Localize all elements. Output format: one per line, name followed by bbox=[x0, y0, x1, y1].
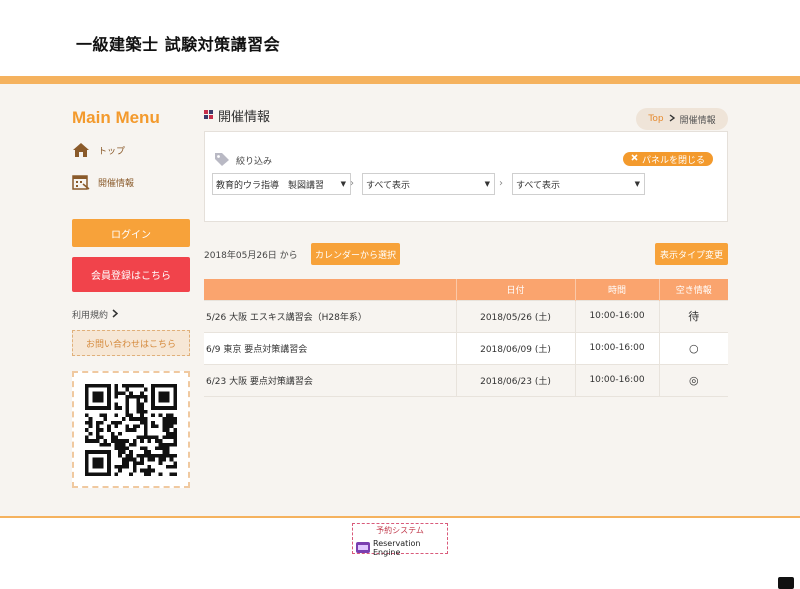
breadcrumb-top-link[interactable]: Top bbox=[648, 114, 663, 124]
chevron-right-icon bbox=[112, 308, 119, 321]
table-header-row: 日付 時間 空き情報 bbox=[204, 279, 728, 300]
course-select-value: 教育的ウラ指導 製図講習 bbox=[216, 180, 325, 191]
header-name bbox=[204, 279, 456, 300]
event-time: 10:00-16:00 bbox=[574, 331, 659, 364]
event-date: 2018/05/26 (土) bbox=[455, 299, 575, 332]
reservation-engine-logo[interactable]: 予約システム Reservation Engine bbox=[352, 523, 448, 557]
footer-brand-text: Reservation Engine bbox=[373, 539, 421, 557]
breadcrumb-current: 開催情報 bbox=[679, 115, 716, 126]
close-panel-label: パネルを閉じる bbox=[641, 155, 705, 166]
register-button[interactable]: 会員登録はこちら bbox=[72, 257, 190, 292]
section-title: 開催情報 bbox=[204, 106, 270, 125]
calendar-icon bbox=[72, 174, 90, 190]
sidebar-item-label: トップ bbox=[98, 146, 126, 157]
tag-icon bbox=[213, 151, 231, 170]
availability-status[interactable]: 待 bbox=[658, 299, 728, 332]
sidebar-item-label: 開催情報 bbox=[98, 178, 135, 189]
chevron-right-icon bbox=[669, 113, 675, 125]
footer-brand: Reservation Engine bbox=[356, 539, 447, 557]
header-time: 時間 bbox=[574, 279, 659, 300]
dropdown-caret-icon: ▼ bbox=[634, 180, 640, 188]
breadcrumb: Top 開催情報 bbox=[636, 108, 728, 130]
dropdown-caret-icon: ▼ bbox=[340, 180, 346, 188]
grid-icon bbox=[204, 108, 213, 123]
widget-icon[interactable] bbox=[778, 577, 794, 589]
close-panel-button[interactable]: パネルを閉じる bbox=[622, 152, 713, 166]
site-header: 一級建築士 試験対策講習会 bbox=[0, 0, 800, 76]
event-time: 10:00-16:00 bbox=[574, 299, 659, 332]
event-select-value: すべて表示 bbox=[516, 180, 561, 191]
chevron-right-icon: › bbox=[499, 178, 503, 189]
dropdown-caret-icon: ▼ bbox=[484, 180, 490, 188]
footer-caption: 予約システム bbox=[376, 526, 424, 535]
event-name: 5/26 大阪 エスキス講習会（H28年系） bbox=[204, 299, 456, 332]
start-date-text: 2018年05月26日 から bbox=[204, 251, 298, 261]
area-select-value: すべて表示 bbox=[366, 180, 411, 191]
table-row[interactable]: 5/26 大阪 エスキス講習会（H28年系） 2018/05/26 (土) 10… bbox=[204, 299, 728, 332]
reservation-engine-icon bbox=[356, 541, 370, 555]
availability-status[interactable]: ○ bbox=[658, 331, 728, 364]
chevron-right-icon: › bbox=[350, 178, 354, 189]
event-select[interactable]: すべて表示 ▼ bbox=[512, 173, 645, 195]
header-availability: 空き情報 bbox=[658, 279, 728, 300]
table-row[interactable]: 6/23 大阪 要点対策講習会 2018/06/23 (土) 10:00-16:… bbox=[204, 363, 728, 397]
filter-label-text: 絞り込み bbox=[236, 157, 273, 167]
filter-label: 絞り込み bbox=[213, 151, 272, 170]
event-date: 2018/06/09 (土) bbox=[455, 331, 575, 364]
filter-panel: 絞り込み パネルを閉じる 教育的ウラ指導 製図講習 ▼ › すべて表示 ▼ › … bbox=[204, 131, 728, 222]
course-select[interactable]: 教育的ウラ指導 製図講習 ▼ bbox=[212, 173, 351, 195]
main-area: Main Menu トップ 開催情報 ログイン 会員登録はこちら 利用規約 お問… bbox=[0, 84, 800, 516]
change-display-type-button[interactable]: 表示タイプ変更 bbox=[655, 243, 728, 265]
table-row[interactable]: 6/9 東京 要点対策講習会 2018/06/09 (土) 10:00-16:0… bbox=[204, 331, 728, 364]
area-select[interactable]: すべて表示 ▼ bbox=[362, 173, 495, 195]
close-icon bbox=[631, 154, 638, 164]
footer: 予約システム Reservation Engine bbox=[0, 518, 800, 589]
site-title[interactable]: 一級建築士 試験対策講習会 bbox=[76, 31, 280, 55]
events-table: 日付 時間 空き情報 5/26 大阪 エスキス講習会（H28年系） 2018/0… bbox=[204, 279, 728, 397]
event-time: 10:00-16:00 bbox=[574, 363, 659, 397]
home-icon bbox=[72, 142, 90, 158]
contact-button[interactable]: お問い合わせはこちら bbox=[72, 330, 190, 356]
sidebar-item-top[interactable]: トップ bbox=[72, 142, 125, 158]
event-name: 6/9 東京 要点対策講習会 bbox=[204, 331, 456, 364]
section-title-text: 開催情報 bbox=[218, 110, 271, 125]
qr-code-box bbox=[72, 371, 190, 488]
login-button[interactable]: ログイン bbox=[72, 219, 190, 247]
menu-title: Main Menu bbox=[72, 108, 160, 127]
terms-label: 利用規約 bbox=[72, 311, 109, 321]
header-rule bbox=[0, 76, 800, 84]
select-from-calendar-button[interactable]: カレンダーから選択 bbox=[311, 243, 400, 265]
terms-link[interactable]: 利用規約 bbox=[72, 308, 119, 321]
sidebar-item-events[interactable]: 開催情報 bbox=[72, 174, 134, 190]
header-date: 日付 bbox=[455, 279, 575, 300]
availability-status[interactable]: ◎ bbox=[658, 363, 728, 397]
qr-code-image bbox=[85, 383, 177, 476]
event-name: 6/23 大阪 要点対策講習会 bbox=[204, 363, 456, 397]
event-date: 2018/06/23 (土) bbox=[455, 363, 575, 397]
